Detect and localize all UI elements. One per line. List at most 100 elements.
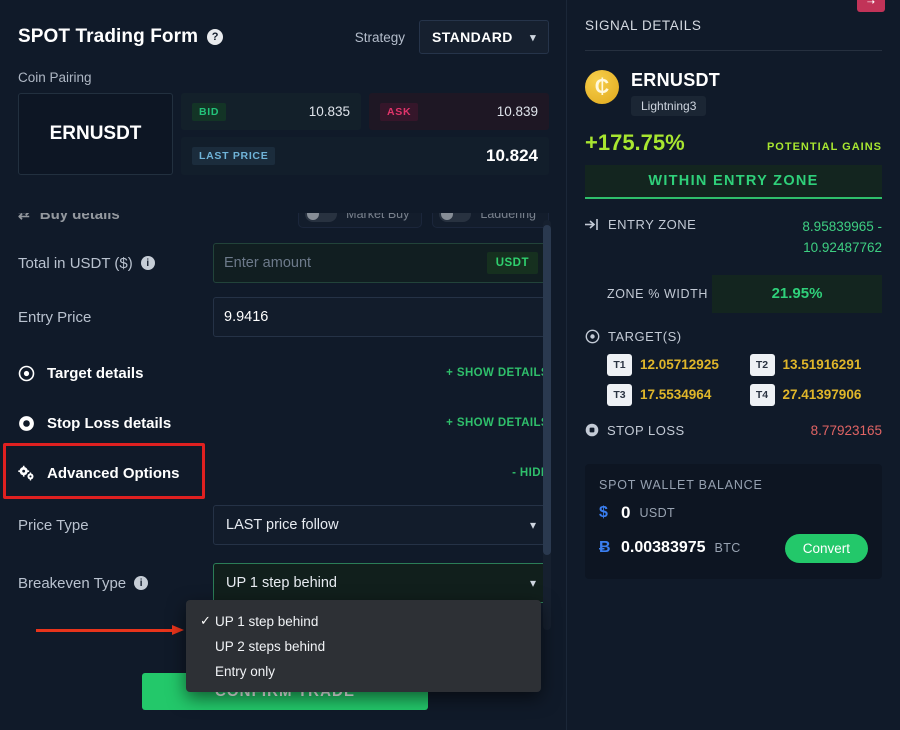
breakeven-type-dropdown-menu[interactable]: ✓ UP 1 step behind UP 2 steps behind Ent… — [186, 600, 541, 692]
market-buy-toggle[interactable]: Market Buy — [298, 213, 423, 228]
signal-details-panel: ➝ SIGNAL DETAILS ₵ ERNUSDT Lightning3 +1… — [567, 0, 900, 730]
buy-details-header[interactable]: ⇄ Buy details Market Buy Laddering — [18, 213, 549, 229]
chevron-down-icon: ▾ — [529, 576, 536, 590]
laddering-label: Laddering — [480, 213, 536, 221]
stop-loss-icon — [18, 415, 35, 432]
entry-price-row: Entry Price 9.9416 — [18, 297, 549, 337]
signal-coin-header: ₵ ERNUSDT Lightning3 — [585, 70, 882, 116]
total-usdt-row: Total in USDT ($) i Enter amount USDT — [18, 243, 549, 283]
info-icon[interactable]: i — [134, 576, 149, 590]
target-icon — [18, 365, 35, 382]
entry-zone-label: ENTRY ZONE — [608, 217, 697, 232]
gears-icon — [18, 465, 35, 482]
wallet-usdt-unit: USDT — [639, 505, 676, 520]
target-details-section[interactable]: Target details + SHOW DETAILS — [18, 359, 549, 387]
dropdown-option-label: UP 2 steps behind — [215, 638, 326, 654]
strategy-value: STANDARD — [432, 29, 513, 45]
bid-value: 10.835 — [308, 104, 350, 119]
last-price-badge: LAST PRICE — [192, 147, 276, 165]
price-type-label: Price Type — [18, 516, 89, 534]
wallet-btc-line: Ƀ 0.00383975 BTC Convert — [599, 533, 868, 563]
targets-label-group: TARGET(S) — [585, 329, 882, 344]
target-show-details-link[interactable]: + SHOW DETAILS — [446, 367, 549, 379]
collapse-tab-icon[interactable]: ➝ — [857, 0, 885, 12]
advanced-options-title: Advanced Options — [47, 464, 180, 482]
info-icon[interactable]: i — [140, 256, 155, 270]
total-usdt-input[interactable]: Enter amount USDT — [213, 243, 549, 283]
breakeven-type-value: UP 1 step behind — [226, 575, 337, 591]
target-details-title: Target details — [47, 364, 144, 382]
breakeven-type-label: Breakeven Type i — [18, 575, 213, 592]
question-mark-icon[interactable]: ? — [207, 29, 224, 45]
status-badge: WITHIN ENTRY ZONE — [585, 165, 882, 199]
target-tag: T2 — [749, 353, 775, 376]
buy-details-title: Buy details — [39, 213, 120, 223]
breakeven-type-row: Breakeven Type i UP 1 step behind ▾ — [18, 563, 549, 603]
ask-value: 10.839 — [496, 104, 538, 119]
signal-coin-name: ERNUSDT — [631, 70, 721, 90]
last-price-value: 10.824 — [486, 146, 538, 165]
advanced-options-section[interactable]: Advanced Options - HIDE — [3, 443, 549, 499]
entry-zone-high: 10.92487762 — [803, 239, 882, 255]
divider — [585, 50, 882, 51]
entry-zone-value: 8.95839965 - 10.92487762 — [802, 217, 882, 259]
breakeven-arrow-annotation — [36, 625, 188, 635]
bid-ask-row: BID 10.835 ASK 10.839 — [181, 93, 549, 130]
target-tag: T4 — [749, 383, 775, 406]
stoploss-details-title: Stop Loss details — [47, 414, 172, 432]
stoploss-show-details-link[interactable]: + SHOW DETAILS — [446, 417, 549, 429]
potential-gains-row: +175.75% POTENTIAL GAINS — [585, 130, 882, 156]
target-value: 17.5534964 — [640, 387, 712, 403]
target-tag: T1 — [607, 353, 632, 376]
market-buy-label: Market Buy — [346, 213, 410, 221]
coin-pair-box[interactable]: ERNUSDT — [18, 93, 173, 175]
strategy-select[interactable]: STANDARD ▾ — [419, 20, 549, 54]
laddering-toggle[interactable]: Laddering — [432, 213, 549, 228]
bid-quote: BID 10.835 — [181, 93, 361, 130]
dropdown-option-up-2-steps-behind[interactable]: UP 2 steps behind — [186, 635, 541, 657]
chevron-down-icon: ▾ — [530, 31, 536, 44]
stop-loss-value: 8.77923165 — [810, 422, 882, 438]
price-type-select[interactable]: LAST price follow ▾ — [213, 505, 549, 545]
entry-zone-label-group: ENTRY ZONE — [585, 217, 696, 232]
target-value: 27.41397906 — [782, 387, 862, 403]
dropdown-option-label: UP 1 step behind — [215, 613, 319, 629]
zone-width-value: 21.95% — [712, 274, 882, 313]
toggle-switch-icon — [305, 213, 338, 222]
potential-gains-value: +175.75% — [585, 130, 685, 155]
targets-label: TARGET(S) — [608, 328, 682, 344]
target-tag: T3 — [607, 383, 632, 406]
wallet-title: SPOT WALLET BALANCE — [599, 477, 763, 492]
entry-price-label: Entry Price — [18, 308, 92, 326]
convert-button[interactable]: Convert — [784, 533, 868, 563]
arrow-head-icon — [172, 625, 184, 635]
coin-pairing-label: Coin Pairing — [18, 70, 92, 85]
wallet-btc-amount: 0.00383975 — [621, 539, 706, 557]
stop-loss-label: STOP LOSS — [607, 422, 685, 438]
entry-arrow-icon — [585, 218, 600, 231]
buy-toggle-group: Market Buy Laddering — [298, 213, 549, 228]
pair-symbol: ERNUSDT — [49, 123, 142, 144]
stop-loss-row: STOP LOSS 8.77923165 — [585, 423, 882, 438]
breakeven-type-select[interactable]: UP 1 step behind ▾ — [213, 563, 549, 603]
wallet-usdt-amount: 0 — [621, 502, 631, 522]
dollar-arrow-icon: ⇄ — [18, 213, 30, 222]
price-type-row: Price Type LAST price follow ▾ — [18, 505, 549, 545]
target-item: T1 12.05712925 — [607, 353, 740, 376]
quote-column: BID 10.835 ASK 10.839 LAST PRICE 10.824 — [181, 93, 549, 175]
wallet-usdt-line: $ 0 USDT — [599, 503, 868, 523]
ask-badge: ASK — [380, 102, 419, 121]
dropdown-option-up-1-step-behind[interactable]: ✓ UP 1 step behind — [186, 610, 541, 632]
usdt-suffix-chip: USDT — [486, 252, 538, 274]
signal-details-title: SIGNAL DETAILS — [585, 18, 702, 33]
form-scrollbar-thumb[interactable] — [543, 225, 551, 555]
dollar-icon: $ — [599, 503, 608, 521]
target-icon — [585, 329, 600, 344]
signal-source-tag: Lightning3 — [631, 96, 707, 116]
entry-price-input[interactable]: 9.9416 — [213, 297, 549, 337]
target-item: T3 17.5534964 — [607, 383, 740, 406]
stop-loss-icon — [585, 423, 599, 437]
total-usdt-label: Total in USDT ($) i — [18, 255, 213, 272]
dropdown-option-entry-only[interactable]: Entry only — [186, 660, 541, 682]
stoploss-details-section[interactable]: Stop Loss details + SHOW DETAILS — [18, 409, 549, 437]
